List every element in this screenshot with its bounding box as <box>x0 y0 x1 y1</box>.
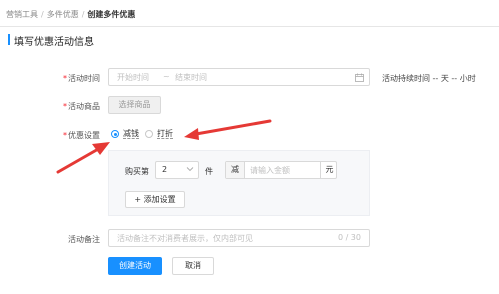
annotation-arrow-reduce-money <box>56 142 110 174</box>
annotation-arrow-percent-off <box>184 119 272 140</box>
annotation-arrows <box>56 119 272 174</box>
